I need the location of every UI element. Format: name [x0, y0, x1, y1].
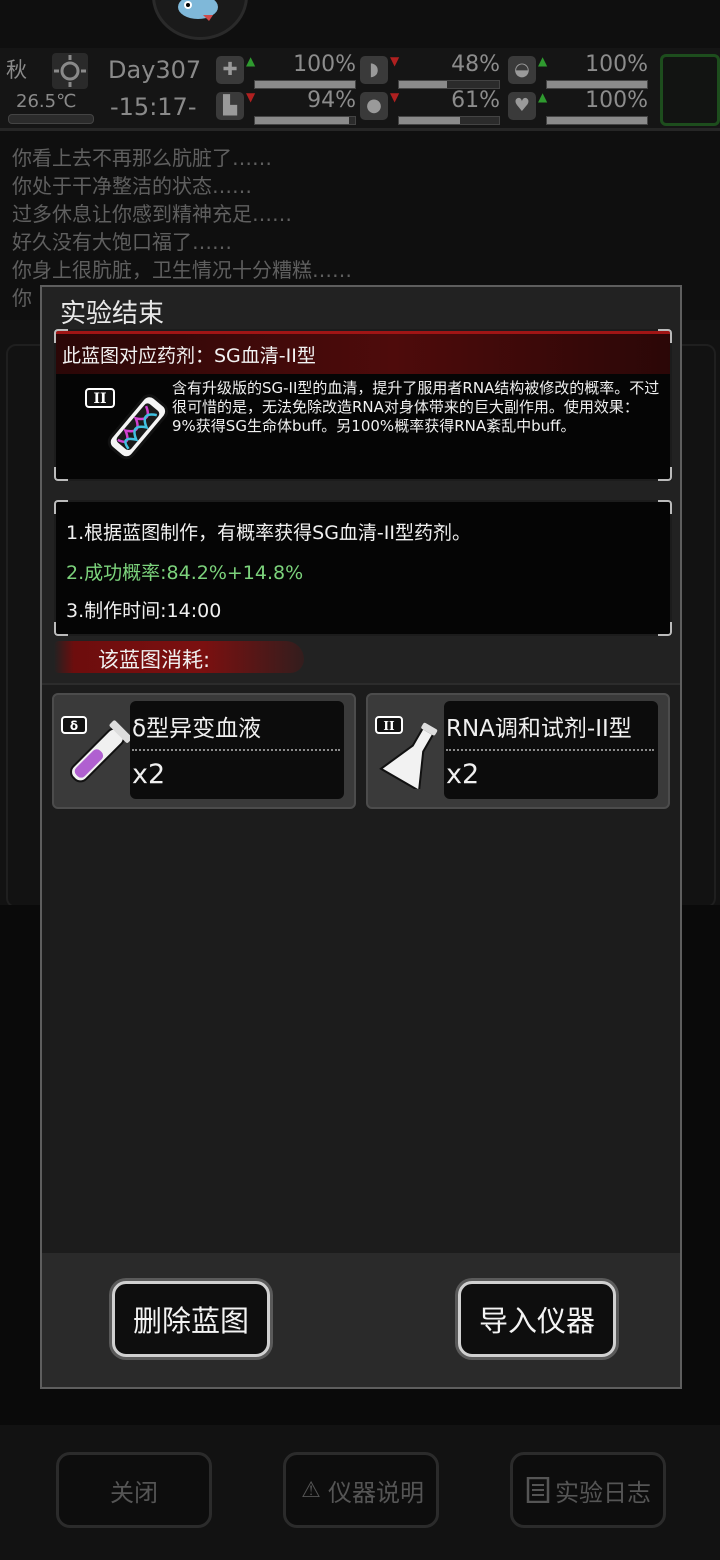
material-item[interactable]: II RNA调和试剂-II型 x2 [366, 693, 670, 809]
experiment-result-dialog: 实验结束 此蓝图对应药剂：SG血清-II型 II 含有升级版的SG-II型的血清… [40, 285, 682, 1389]
thermometer-icon [8, 114, 94, 124]
svg-text:II: II [93, 391, 106, 407]
blueprint-description: 含有升级版的SG-II型的血清，提升了服用者RNA结构被修改的概率。不过很可惜的… [172, 379, 660, 435]
stomach-icon: ◗ [360, 56, 388, 84]
delete-blueprint-button[interactable]: 删除蓝图 [112, 1281, 270, 1357]
stat-hunger: ◗ ▼ 48% [360, 52, 500, 89]
log-line: 过多休息让你感到精神充足…… [12, 202, 292, 226]
materials-list: δ δ型异变血液 x2 II RNA调和试剂-II型 x2 [42, 683, 680, 1255]
mascot-avatar[interactable] [152, 0, 248, 40]
toilet-icon: ◒ [508, 56, 536, 84]
material-name: δ型异变血液 [132, 716, 262, 742]
dialog-footer: 删除蓝图 导入仪器 [42, 1253, 680, 1387]
success-rate-line: 2.成功概率:84.2%+14.8% [66, 562, 304, 584]
material-quantity: x2 [446, 759, 480, 790]
svg-text:δ: δ [70, 719, 78, 733]
trend-up-icon: ▲ [246, 54, 256, 68]
equipment-slot[interactable] [660, 54, 720, 126]
experiment-log-button[interactable]: 实验日志 [510, 1452, 666, 1528]
blueprint-header: 此蓝图对应药剂：SG血清-II型 [56, 331, 670, 374]
weather-sun-icon [52, 53, 88, 89]
fish-mascot-icon [178, 0, 218, 21]
day-counter: Day307 [108, 56, 202, 84]
craft-time-line: 3.制作时间:14:00 [66, 600, 222, 622]
heart-icon: ♥ [508, 92, 536, 120]
trend-down-icon: ▼ [390, 54, 400, 68]
flask-icon: II [375, 716, 438, 789]
document-icon [525, 1477, 551, 1503]
stat-health: ✚ ▲ 100% [216, 52, 356, 89]
detail-line: 1.根据蓝图制作，有概率获得SG血清-II型药剂。 [66, 522, 471, 544]
blueprint-details-panel: 1.根据蓝图制作，有概率获得SG血清-II型药剂。 2.成功概率:84.2%+1… [54, 500, 672, 636]
trend-up-icon: ▲ [538, 54, 548, 68]
dialog-title: 实验结束 [60, 299, 165, 329]
medkit-icon: ✚ [216, 56, 244, 84]
log-line: 好久没有大饱口福了…… [12, 230, 232, 254]
thirst-bar [398, 116, 500, 125]
import-instrument-button[interactable]: 导入仪器 [458, 1281, 616, 1357]
trend-down-icon: ▼ [246, 90, 256, 104]
close-button[interactable]: 关闭 [56, 1452, 212, 1528]
serum-syringe-icon: II [85, 388, 169, 460]
mood-bar [546, 116, 648, 125]
trend-down-icon: ▼ [390, 90, 400, 104]
instrument-manual-button[interactable]: ⚠ 仪器说明 [283, 1452, 439, 1528]
blueprint-info-panel: 此蓝图对应药剂：SG血清-II型 II 含有升级版的SG-II型的血清，提升了服… [54, 329, 672, 481]
season-label: 秋 [6, 58, 27, 82]
material-name: RNA调和试剂-II型 [446, 716, 632, 742]
status-hud: 秋 26.5℃ Day307 -15:17- ✚ ▲ 100% ◗ ▼ 48% … [0, 48, 720, 131]
log-line: 你处于干净整洁的状态…… [12, 174, 252, 198]
log-line: 你看上去不再那么肮脏了…… [12, 146, 272, 170]
temperature-readout: 26.5℃ [16, 91, 77, 112]
material-quantity: x2 [132, 759, 166, 790]
material-item[interactable]: δ δ型异变血液 x2 [52, 693, 356, 809]
boot-icon: ▙ [216, 92, 244, 120]
stat-hygiene: ◒ ▲ 100% [508, 52, 648, 89]
stat-thirst: ● ▼ 61% [360, 88, 500, 125]
log-line: 你身上很肮脏，卫生情况十分糟糕…… [12, 258, 352, 282]
trend-up-icon: ▲ [538, 90, 548, 104]
stamina-bar [254, 116, 356, 125]
stat-mood: ♥ ▲ 100% [508, 88, 648, 125]
consumption-label: 该蓝图消耗: [54, 639, 304, 675]
clock-readout: -15:17- [110, 93, 197, 121]
water-drop-icon: ● [360, 92, 388, 120]
stat-stamina: ▙ ▼ 94% [216, 88, 356, 125]
svg-text:II: II [383, 719, 395, 733]
warning-icon: ⚠ [301, 1477, 321, 1503]
blood-vial-icon: δ [61, 716, 130, 783]
